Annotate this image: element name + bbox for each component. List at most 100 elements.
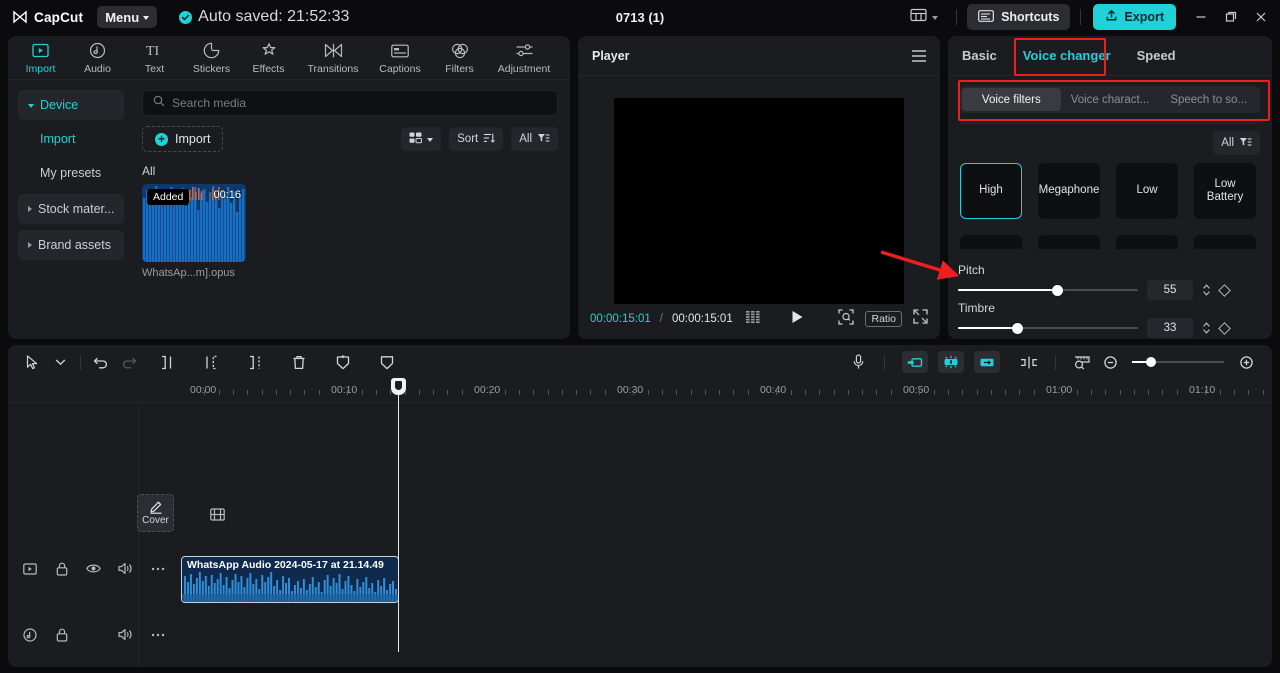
frames-icon[interactable] (745, 310, 764, 328)
zoom-fit-icon[interactable] (838, 308, 855, 330)
pitch-label: Pitch (958, 263, 985, 277)
layout-button[interactable] (902, 4, 946, 31)
preset-filter-button[interactable]: All (1213, 131, 1260, 155)
tab-label: Captions (379, 63, 421, 75)
audio-clip[interactable]: WhatsApp Audio 2024-05-17 at 21.14.49 (181, 556, 399, 603)
ruler-label: 00:40 (760, 384, 787, 396)
minimize-button[interactable] (1186, 2, 1216, 32)
audio-note-icon[interactable] (22, 627, 37, 642)
preset-row2-item2[interactable] (1038, 235, 1100, 249)
more-icon[interactable] (150, 561, 165, 576)
segment-speech-to-song[interactable]: Speech to so... (1159, 88, 1258, 111)
timbre-value[interactable]: 33 (1147, 318, 1193, 338)
timeline-ruler[interactable]: 00:00 00:10 00:20 00:30 00:40 00:50 01:0… (8, 379, 1272, 403)
video-preview[interactable] (614, 98, 904, 304)
media-item[interactable]: Added 00:16 WhatsAp...m].opus (142, 184, 246, 279)
delete-icon[interactable] (285, 349, 313, 375)
ratio-button[interactable]: Ratio (865, 311, 902, 327)
preset-row2-item4[interactable] (1194, 235, 1256, 249)
sidebar-item-brand-assets[interactable]: Brand assets (18, 230, 124, 260)
timbre-keyframe-icon[interactable] (1218, 321, 1231, 335)
preset-megaphone[interactable]: Megaphone (1038, 163, 1100, 219)
sort-button[interactable]: Sort (449, 127, 504, 151)
segment-voice-filters[interactable]: Voice filters (962, 88, 1061, 111)
view-mode-button[interactable] (401, 127, 442, 151)
eye-icon[interactable] (86, 561, 101, 576)
slider-knob[interactable] (1011, 322, 1023, 334)
preset-low-battery[interactable]: Low Battery (1194, 163, 1256, 219)
volume-icon[interactable] (118, 627, 133, 642)
slider-knob[interactable] (1051, 284, 1063, 296)
freeze-icon[interactable] (329, 349, 357, 375)
keyframe-in-button[interactable] (902, 351, 928, 373)
mirror-icon[interactable] (373, 349, 401, 375)
microphone-icon[interactable] (844, 349, 872, 375)
snap-icon[interactable] (1015, 349, 1043, 375)
tab-voice-changer[interactable]: Voice changer (1023, 48, 1111, 63)
keyframe-out-button[interactable] (974, 351, 1000, 373)
maximize-button[interactable] (1216, 2, 1246, 32)
tab-adjustment[interactable]: Adjustment (488, 36, 560, 75)
export-button[interactable]: Export (1093, 4, 1176, 30)
slider-knob[interactable] (1146, 357, 1156, 367)
timbre-slider[interactable] (958, 322, 1138, 334)
sidebar-item-import[interactable]: Import (18, 124, 124, 154)
tab-import[interactable]: Import (12, 36, 69, 75)
fullscreen-icon[interactable] (913, 309, 928, 329)
pitch-stepper[interactable] (1202, 283, 1211, 297)
video-track-area[interactable] (182, 490, 1272, 537)
zoom-out-icon[interactable] (1096, 349, 1124, 375)
filter-button[interactable]: All (511, 127, 558, 151)
more-icon[interactable] (150, 627, 165, 642)
tab-speed[interactable]: Speed (1137, 48, 1176, 63)
ruler-tick (661, 390, 663, 395)
tab-filters[interactable]: Filters (431, 36, 488, 75)
preset-low[interactable]: Low (1116, 163, 1178, 219)
tab-audio[interactable]: Audio (69, 36, 126, 75)
preset-high[interactable]: High (960, 163, 1022, 219)
tab-captions[interactable]: Captions (369, 36, 431, 75)
timeline-zoom-slider[interactable] (1132, 356, 1224, 368)
ruler-zoom-icon[interactable] (1068, 349, 1096, 375)
lock-icon[interactable] (54, 627, 69, 642)
sidebar-item-my-presets[interactable]: My presets (18, 158, 124, 188)
sidebar-item-device[interactable]: Device (18, 90, 124, 120)
shortcuts-button[interactable]: Shortcuts (967, 4, 1071, 30)
playhead-handle[interactable] (391, 378, 406, 395)
pitch-value[interactable]: 55 (1147, 280, 1193, 300)
zoom-in-icon[interactable] (1232, 349, 1260, 375)
divider (884, 354, 885, 370)
auto-adjust-button[interactable] (938, 351, 964, 373)
search-input[interactable]: Search media (142, 90, 558, 116)
tab-basic[interactable]: Basic (962, 48, 997, 63)
sidebar-item-stock-materials[interactable]: Stock mater... (18, 194, 124, 224)
import-button[interactable]: + Import (142, 126, 224, 152)
ruler-tick (747, 390, 749, 395)
select-arrow-icon[interactable] (18, 349, 46, 375)
cover-button[interactable]: Cover (137, 494, 174, 532)
preset-row2-item3[interactable] (1116, 235, 1178, 249)
preset-row2-item1[interactable] (960, 235, 1022, 249)
play-button[interactable] (791, 310, 804, 329)
split-icon[interactable] (153, 349, 181, 375)
lock-icon[interactable] (54, 561, 69, 576)
media-thumbnail[interactable]: Added 00:16 (142, 184, 246, 262)
volume-icon[interactable] (118, 561, 133, 576)
menu-button[interactable]: Menu (97, 6, 158, 28)
pitch-keyframe-icon[interactable] (1218, 283, 1231, 297)
tab-transitions[interactable]: Transitions (297, 36, 369, 75)
pitch-slider[interactable] (958, 284, 1138, 296)
tab-effects[interactable]: Effects (240, 36, 297, 75)
sort-icon (483, 132, 496, 147)
trim-right-icon[interactable] (241, 349, 269, 375)
hamburger-icon[interactable] (912, 49, 926, 62)
clip-icon[interactable] (22, 561, 37, 576)
timbre-stepper[interactable] (1202, 321, 1211, 335)
undo-icon[interactable] (87, 349, 115, 375)
tab-text[interactable]: TI Text (126, 36, 183, 75)
chevron-down-icon[interactable] (46, 349, 74, 375)
close-button[interactable] (1246, 2, 1276, 32)
segment-voice-characters[interactable]: Voice charact... (1061, 88, 1160, 111)
tab-stickers[interactable]: Stickers (183, 36, 240, 75)
trim-left-icon[interactable] (197, 349, 225, 375)
